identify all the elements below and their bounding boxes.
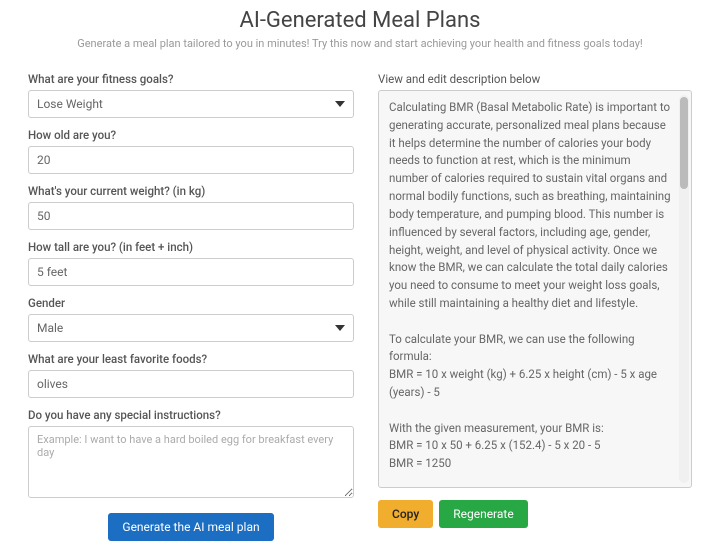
page-subtitle: Generate a meal plan tailored to you in … bbox=[28, 37, 692, 50]
weight-input[interactable] bbox=[28, 202, 354, 230]
weight-label: What's your current weight? (in kg) bbox=[28, 184, 354, 198]
height-input[interactable] bbox=[28, 258, 354, 286]
goals-label: What are your fitness goals? bbox=[28, 72, 354, 86]
age-input[interactable] bbox=[28, 146, 354, 174]
scroll-thumb[interactable] bbox=[680, 97, 688, 189]
age-label: How old are you? bbox=[28, 128, 354, 142]
special-label: Do you have any special instructions? bbox=[28, 408, 354, 422]
special-textarea[interactable] bbox=[28, 426, 354, 498]
least-fav-label: What are your least favorite foods? bbox=[28, 352, 354, 366]
page-title: AI-Generated Meal Plans bbox=[28, 8, 692, 33]
regenerate-button[interactable]: Regenerate bbox=[439, 500, 528, 528]
form-panel: What are your fitness goals? Lose Weight… bbox=[28, 72, 354, 541]
goals-select[interactable]: Lose Weight bbox=[28, 90, 354, 118]
copy-button[interactable]: Copy bbox=[378, 500, 433, 528]
output-label: View and edit description below bbox=[378, 72, 692, 86]
gender-select[interactable]: Male bbox=[28, 314, 354, 342]
generate-button[interactable]: Generate the AI meal plan bbox=[108, 513, 273, 541]
output-textarea[interactable]: Calculating BMR (Basal Metabolic Rate) i… bbox=[379, 91, 691, 487]
height-label: How tall are you? (in feet + inch) bbox=[28, 240, 354, 254]
output-panel: View and edit description below Calculat… bbox=[378, 72, 692, 541]
least-fav-input[interactable] bbox=[28, 370, 354, 398]
scrollbar[interactable] bbox=[679, 95, 689, 483]
gender-label: Gender bbox=[28, 296, 354, 310]
